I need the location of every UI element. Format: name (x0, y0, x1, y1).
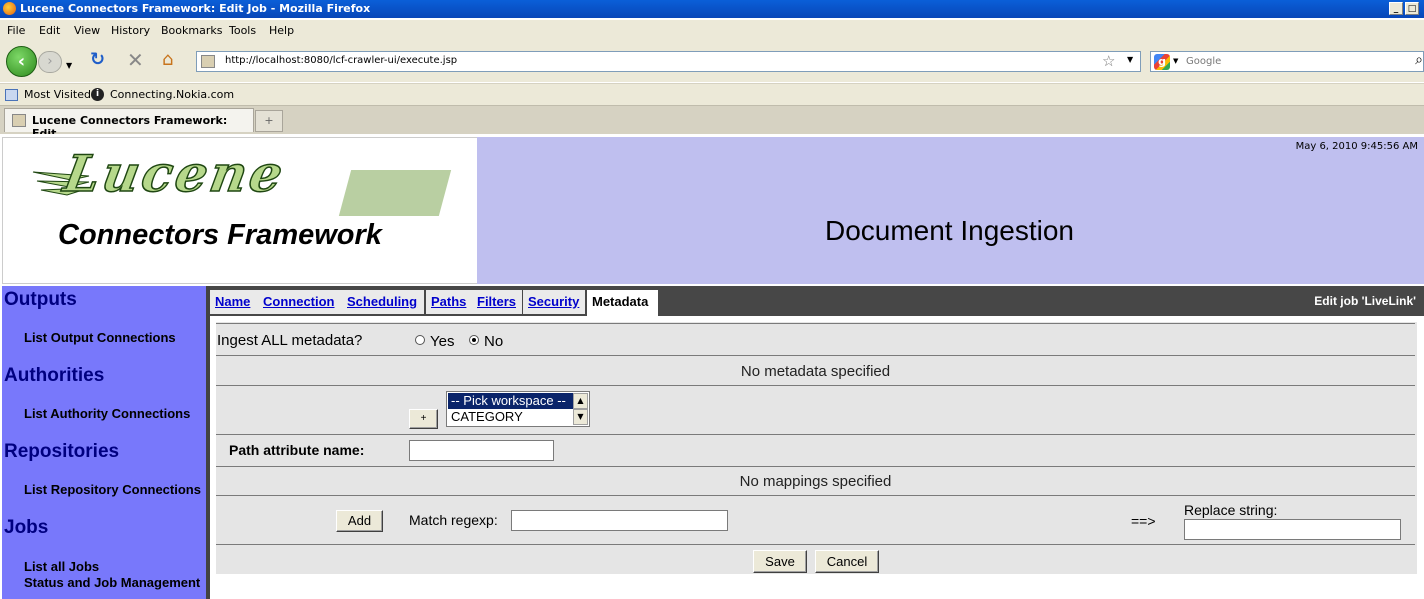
sidebar-link-list-authority-connections[interactable]: List Authority Connections (24, 406, 190, 421)
menu-bookmarks[interactable]: Bookmarks (161, 24, 222, 37)
current-date: May 6, 2010 9:45:56 AM (1295, 141, 1418, 152)
sidebar-link-list-output-connections[interactable]: List Output Connections (24, 330, 176, 345)
ingest-no-label[interactable]: No (484, 333, 503, 350)
sidebar-section-authorities: Authorities (4, 365, 105, 386)
replace-string-input[interactable] (1184, 519, 1401, 540)
sidebar-link-list-all-jobs[interactable]: List all Jobs (24, 559, 99, 574)
google-icon[interactable]: g (1154, 54, 1170, 70)
workspace-option-category[interactable]: CATEGORY (448, 409, 575, 425)
separator (216, 495, 1415, 496)
menu-history[interactable]: History (111, 24, 150, 37)
tab-name[interactable]: Name (210, 290, 260, 314)
search-icon[interactable]: ⌕ (1415, 52, 1423, 68)
separator (216, 466, 1415, 467)
reload-icon[interactable]: ↻ (90, 50, 105, 70)
menu-view[interactable]: View (74, 24, 100, 37)
replace-string-label: Replace string: (1184, 502, 1278, 518)
save-button[interactable]: Save (753, 550, 807, 573)
maximize-icon[interactable]: □ (1405, 2, 1419, 15)
edit-job-label: Edit job 'LiveLink' (1314, 294, 1416, 308)
window-title: Lucene Connectors Framework: Edit Job - … (20, 2, 371, 15)
new-tab-icon[interactable]: + (255, 110, 283, 132)
tab-scheduling[interactable]: Scheduling (342, 290, 426, 314)
page-favicon (201, 55, 215, 68)
tab-metadata[interactable]: Metadata (587, 290, 660, 316)
tab-favicon (12, 114, 26, 127)
folder-icon (5, 89, 18, 101)
mapping-arrow: ==> (1131, 513, 1156, 529)
tab-filters[interactable]: Filters (472, 290, 524, 314)
match-regexp-input[interactable] (511, 510, 728, 531)
match-regexp-label: Match regexp: (409, 512, 498, 528)
bookmark-most-visited[interactable]: Most Visited (24, 88, 91, 101)
scroll-down-icon[interactable]: ▼ (573, 409, 588, 425)
window-title-bar: Lucene Connectors Framework: Edit Job - … (0, 0, 1424, 18)
separator (216, 323, 1415, 324)
stop-icon[interactable]: ✕ (127, 50, 144, 70)
menu-help[interactable]: Help (269, 24, 294, 37)
path-attribute-label: Path attribute name: (229, 442, 365, 458)
back-icon[interactable]: ‹ (6, 46, 37, 77)
bookmark-star-icon[interactable]: ☆ (1102, 52, 1115, 70)
ingest-yes-label[interactable]: Yes (430, 333, 454, 350)
workspace-select[interactable]: -- Pick workspace -- CATEGORY ▲ ▼ (446, 391, 590, 427)
tab-connection[interactable]: Connection (258, 290, 344, 314)
sidebar: Outputs List Output Connections Authorit… (2, 286, 206, 599)
workspace-option-pick[interactable]: -- Pick workspace -- (448, 393, 575, 409)
history-dropdown-icon[interactable]: ▼ (66, 56, 72, 76)
sidebar-link-list-repository-connections[interactable]: List Repository Connections (24, 482, 201, 497)
separator (216, 544, 1415, 545)
logo-subtitle: Connectors Framework (58, 219, 382, 251)
no-metadata-message: No metadata specified (740, 363, 891, 380)
search-box[interactable]: g ▼ Google ⌕ (1150, 51, 1424, 72)
add-mapping-button[interactable]: Add (336, 510, 383, 532)
cancel-button[interactable]: Cancel (815, 550, 879, 573)
scroll-up-icon[interactable]: ▲ (573, 393, 588, 409)
url-dropdown-icon[interactable]: ▼ (1127, 55, 1133, 64)
menu-file[interactable]: File (7, 24, 25, 37)
sidebar-section-repositories: Repositories (4, 441, 120, 462)
add-metadata-button[interactable]: + (409, 409, 438, 429)
info-icon: i (91, 88, 104, 101)
menu-edit[interactable]: Edit (39, 24, 60, 37)
separator (216, 434, 1415, 435)
page-title: Document Ingestion (824, 215, 1075, 246)
search-placeholder[interactable]: Google (1186, 56, 1221, 67)
home-icon[interactable]: ⌂ (162, 50, 173, 70)
ingest-all-label: Ingest ALL metadata? (217, 332, 363, 349)
ingest-no-radio[interactable] (469, 335, 479, 345)
search-engine-dropdown-icon[interactable]: ▼ (1173, 57, 1178, 65)
separator (216, 355, 1415, 356)
tab-paths[interactable]: Paths (426, 290, 474, 314)
path-attribute-input[interactable] (409, 440, 554, 461)
tab-security[interactable]: Security (523, 290, 587, 314)
header-banner: May 6, 2010 9:45:56 AM Document Ingestio… (477, 137, 1424, 284)
logo-area: Lucene Connectors Framework (2, 137, 477, 284)
menu-bar: File Edit View History Bookmarks Tools H… (0, 20, 1424, 42)
forward-icon[interactable]: › (38, 51, 62, 73)
minimize-icon[interactable]: _ (1389, 2, 1403, 15)
sidebar-section-outputs: Outputs (4, 289, 77, 310)
sidebar-section-jobs: Jobs (4, 517, 49, 538)
url-text[interactable]: http://localhost:8080/lcf-crawler-ui/exe… (225, 55, 457, 66)
bookmark-connecting-nokia[interactable]: Connecting.Nokia.com (110, 88, 234, 101)
sidebar-link-status-job-management[interactable]: Status and Job Management (24, 575, 200, 590)
ingest-yes-radio[interactable] (415, 335, 425, 345)
browser-tab[interactable]: Lucene Connectors Framework: Edit ... (4, 108, 254, 140)
logo-flag-icon (338, 170, 452, 216)
firefox-icon (3, 2, 16, 15)
no-mappings-message: No mappings specified (739, 473, 892, 490)
address-bar[interactable]: http://localhost:8080/lcf-crawler-ui/exe… (196, 51, 1141, 72)
menu-tools[interactable]: Tools (229, 24, 256, 37)
bookmarks-toolbar: Most Visited i Connecting.Nokia.com (0, 83, 1424, 106)
separator (216, 385, 1415, 386)
logo-lucene-text: Lucene (59, 143, 291, 204)
